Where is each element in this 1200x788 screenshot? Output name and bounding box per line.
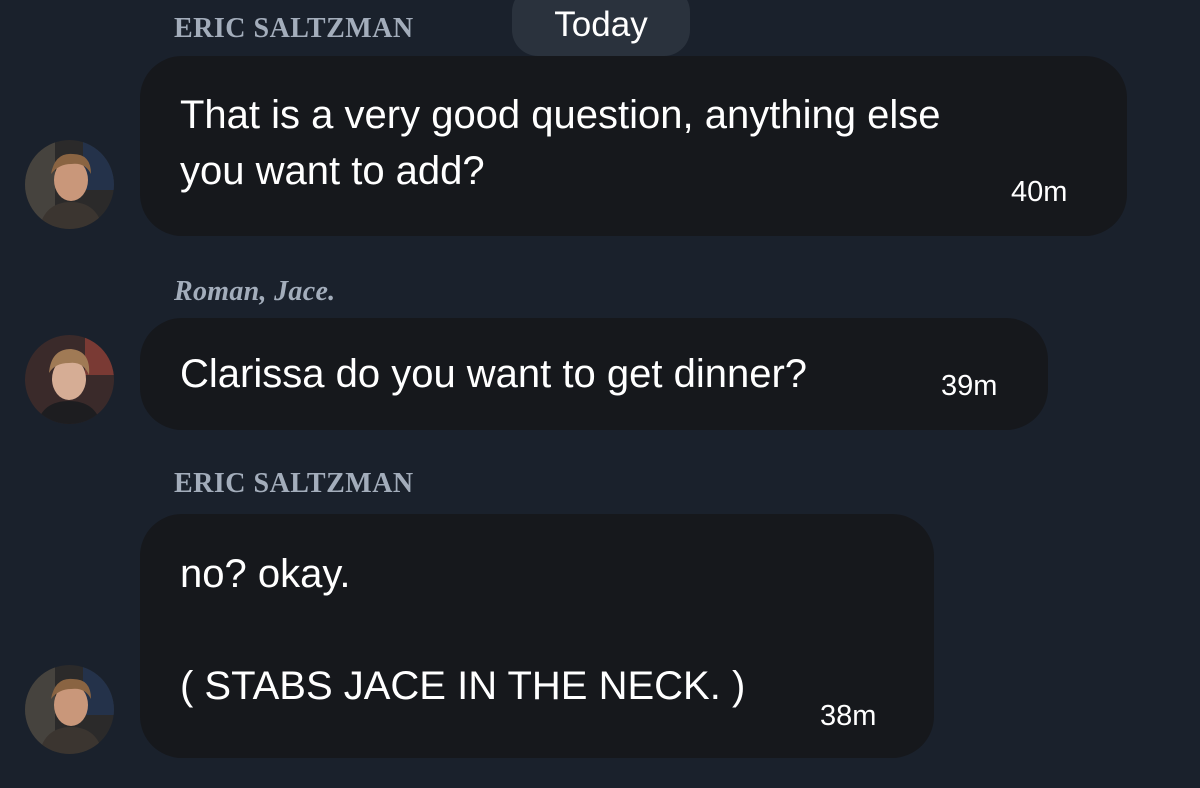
message-text: Clarissa do you want to get dinner? <box>180 352 808 396</box>
avatar-eric[interactable] <box>25 140 114 229</box>
sender-name: ERIC SALTZMAN <box>174 468 414 499</box>
date-divider-label: Today <box>554 5 648 44</box>
message-text: That is a very good question, anything e… <box>180 93 941 193</box>
date-divider: Today <box>512 0 690 56</box>
message-timestamp: 40m <box>1011 176 1068 208</box>
message-text: no? okay. ( STABS JACE IN THE NECK. ) <box>180 552 746 708</box>
message-timestamp: 39m <box>941 370 998 402</box>
sender-name: ERIC SALTZMAN <box>174 13 414 44</box>
message-bubble[interactable]: Clarissa do you want to get dinner? 39m <box>140 318 1048 430</box>
message-bubble[interactable]: That is a very good question, anything e… <box>140 56 1127 236</box>
avatar-eric[interactable] <box>25 665 114 754</box>
message-timestamp: 38m <box>820 700 877 732</box>
sender-name: Roman, Jace. <box>174 276 336 307</box>
message-bubble[interactable]: no? okay. ( STABS JACE IN THE NECK. ) 38… <box>140 514 934 758</box>
avatar-jace[interactable] <box>25 335 114 424</box>
